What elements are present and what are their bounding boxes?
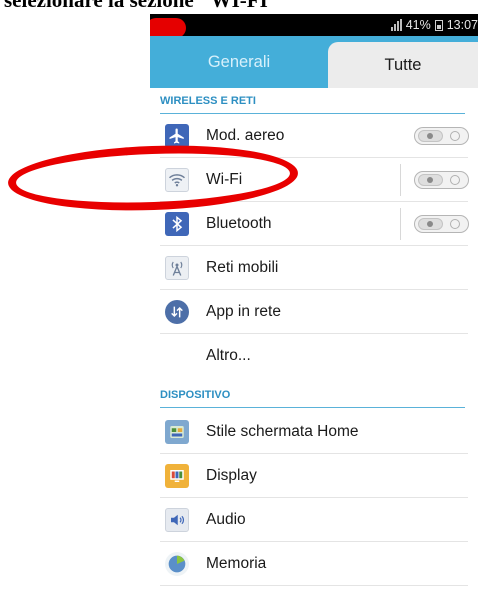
battery-icon — [434, 19, 443, 31]
status-bar: 41% 13:07 — [150, 14, 478, 36]
signal-icon — [390, 19, 402, 31]
storage-pie-icon — [165, 552, 189, 576]
audio-label: Audio — [206, 511, 246, 528]
tab-bar: Generali Tutte — [150, 36, 478, 88]
more-label: Altro... — [206, 347, 251, 364]
bluetooth-toggle[interactable] — [414, 215, 469, 233]
setting-home-style[interactable]: Stile schermata Home — [150, 410, 478, 454]
setting-display[interactable]: Display — [150, 454, 478, 498]
mobile-networks-label: Reti mobili — [206, 259, 279, 276]
tab-general[interactable]: Generali — [150, 36, 328, 88]
section-device: DISPOSITIVO — [160, 382, 465, 408]
display-icon — [165, 464, 189, 488]
phone-screen: 41% 13:07 Generali Tutte WIRELESS E RETI… — [150, 14, 478, 596]
setting-mobile-networks[interactable]: Reti mobili — [150, 246, 478, 290]
setting-bluetooth[interactable]: Bluetooth — [150, 202, 478, 246]
apps-network-label: App in rete — [206, 303, 281, 320]
airplane-icon — [165, 124, 189, 148]
speaker-icon — [165, 508, 189, 532]
setting-apps-network[interactable]: App in rete — [150, 290, 478, 334]
bluetooth-icon — [165, 212, 189, 236]
wifi-toggle[interactable] — [414, 171, 469, 189]
battery-percent: 41% — [405, 18, 431, 32]
section-wireless: WIRELESS E RETI — [160, 88, 465, 114]
setting-storage[interactable]: Memoria — [150, 542, 478, 586]
airplane-toggle[interactable] — [414, 127, 469, 145]
bluetooth-label: Bluetooth — [206, 215, 272, 232]
display-label: Display — [206, 467, 257, 484]
storage-label: Memoria — [206, 555, 267, 572]
red-annotation-mark — [150, 18, 186, 38]
network-apps-icon — [165, 300, 189, 324]
clock: 13:07 — [446, 18, 478, 32]
setting-more[interactable]: Altro... — [150, 334, 478, 378]
home-style-label: Stile schermata Home — [206, 423, 359, 440]
tab-all[interactable]: Tutte — [328, 42, 478, 88]
home-style-icon — [165, 420, 189, 444]
setting-audio[interactable]: Audio — [150, 498, 478, 542]
antenna-icon — [165, 256, 189, 280]
instruction-caption: selezionare la sezione "WI-FI" — [4, 0, 280, 12]
